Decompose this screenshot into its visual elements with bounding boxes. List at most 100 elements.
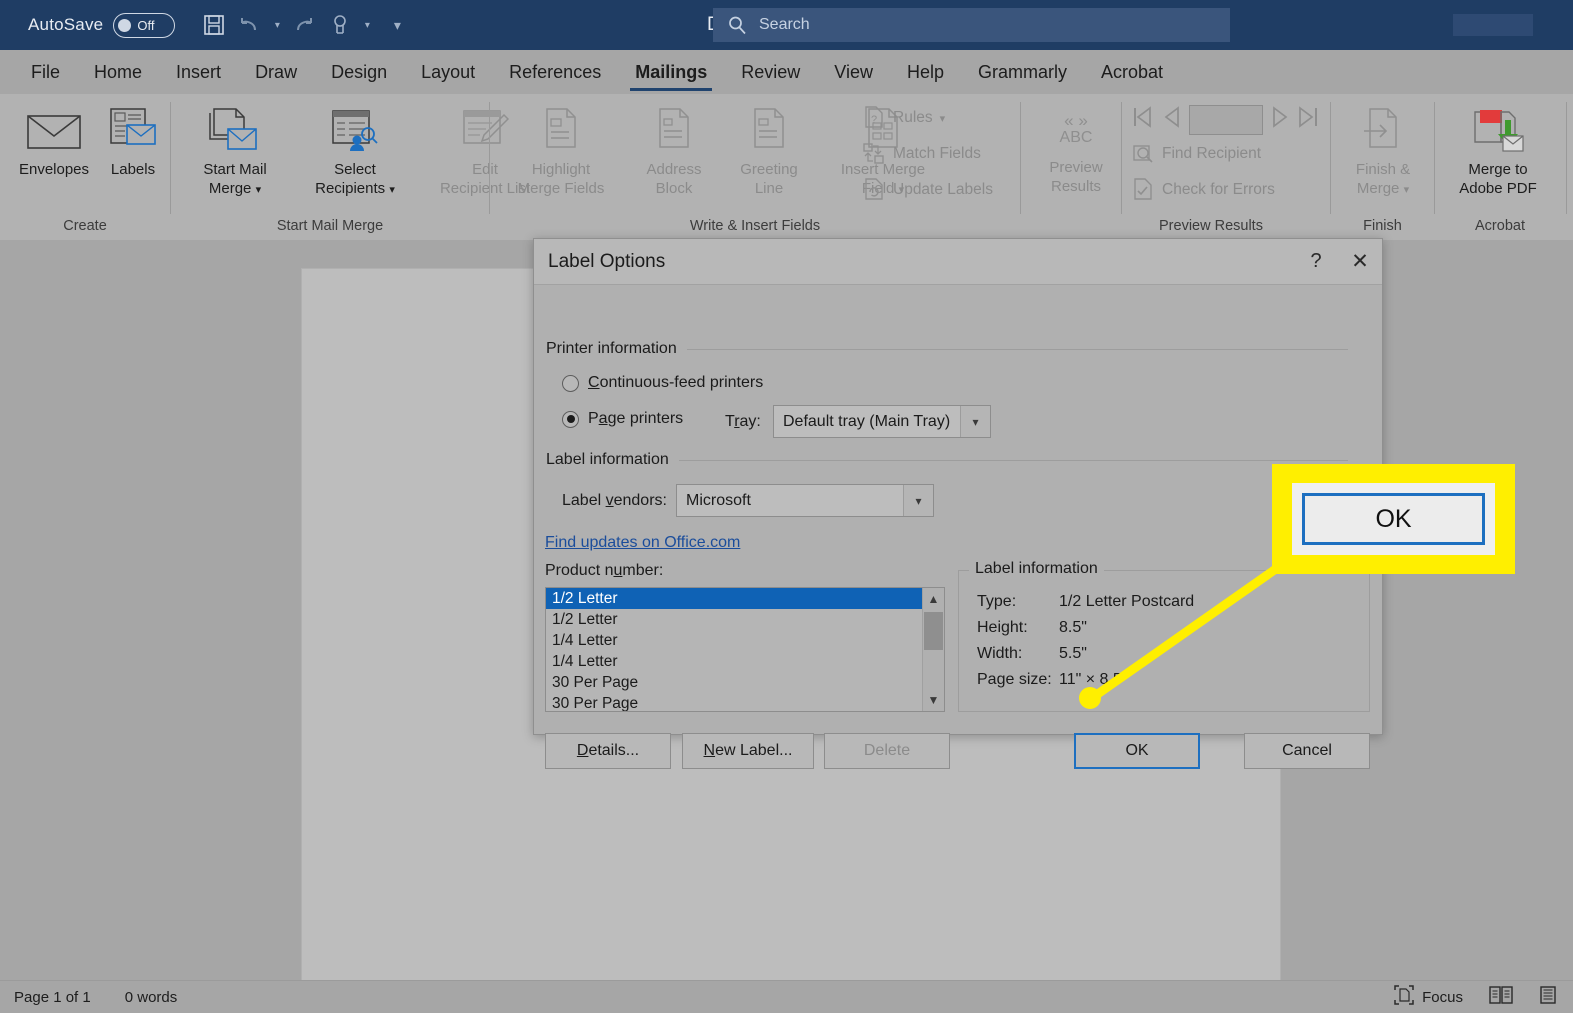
- tab-view[interactable]: View: [817, 50, 890, 94]
- list-item[interactable]: 30 Per Page: [546, 693, 922, 711]
- check-for-errors-button: Check for Errors: [1131, 178, 1275, 202]
- height-value: 8.5": [1059, 619, 1087, 636]
- highlight-merge-fields-icon: [498, 102, 624, 160]
- search-box[interactable]: Search: [713, 8, 1230, 42]
- focus-button[interactable]: Focus: [1394, 985, 1463, 1009]
- undo-dropdown-icon[interactable]: ▾: [269, 8, 285, 42]
- ribbon-group-acrobat: Merge to Adobe PDF Acrobat: [1435, 94, 1565, 240]
- window-controls-region: [1453, 14, 1533, 36]
- type-label: Type:: [977, 593, 1017, 610]
- list-item[interactable]: 1/4 Letter: [546, 630, 922, 651]
- find-recipient-icon: [1131, 142, 1155, 166]
- page-count[interactable]: Page 1 of 1: [14, 989, 91, 1006]
- radio-page-printers[interactable]: [562, 410, 579, 428]
- close-icon[interactable]: ✕: [1338, 239, 1382, 285]
- find-updates-link[interactable]: Find updates on Office.com: [545, 534, 740, 552]
- envelope-icon: [8, 102, 100, 160]
- merge-to-adobe-pdf-button[interactable]: Merge to Adobe PDF: [1439, 102, 1557, 198]
- labels-button[interactable]: Labels: [100, 102, 166, 179]
- finish-merge-label-2: Merge: [1356, 180, 1400, 197]
- printer-information-label: Printer information: [546, 340, 677, 357]
- autosave-control[interactable]: AutoSave Off: [28, 12, 176, 38]
- dialog-title: Label Options: [548, 250, 666, 272]
- callout-ok-button[interactable]: OK: [1302, 493, 1485, 545]
- select-recipients-button[interactable]: Select Recipients ▾: [293, 102, 417, 200]
- chevron-down-icon[interactable]: ▾: [960, 406, 990, 437]
- highlight-merge-fields-button: Highlight Merge Fields: [498, 102, 624, 198]
- touch-mode-dropdown-icon[interactable]: ▾: [359, 8, 375, 42]
- new-label-label: New Label...: [703, 742, 793, 759]
- scroll-down-icon[interactable]: ▼: [923, 689, 944, 711]
- scroll-up-icon[interactable]: ▲: [923, 588, 944, 610]
- merge-to-adobe-pdf-label-2: Adobe PDF: [1459, 180, 1537, 197]
- label-options-dialog[interactable]: Label Options ? ✕ Printer information Co…: [533, 238, 1383, 769]
- label-info-panel-caption: Label information: [969, 560, 1104, 578]
- ribbon-group-create: Envelopes Labels Create: [0, 94, 170, 240]
- width-value: 5.5": [1059, 645, 1087, 662]
- product-number-listbox[interactable]: 1/2 Letter 1/2 Letter 1/4 Letter 1/4 Let…: [545, 587, 945, 712]
- word-count[interactable]: 0 words: [125, 989, 178, 1006]
- customize-quick-access-icon[interactable]: ▾: [389, 8, 405, 42]
- list-item[interactable]: 1/2 Letter: [546, 588, 922, 609]
- ok-button[interactable]: OK: [1074, 733, 1200, 769]
- tab-mailings[interactable]: Mailings: [618, 50, 724, 94]
- tab-references[interactable]: References: [492, 50, 618, 94]
- svg-text:?: ?: [871, 114, 877, 126]
- tab-home[interactable]: Home: [77, 50, 159, 94]
- rules-label: Rules: [893, 109, 933, 126]
- tab-grammarly[interactable]: Grammarly: [961, 50, 1084, 94]
- preview-results-label-1: Preview: [1049, 159, 1103, 176]
- tab-insert[interactable]: Insert: [159, 50, 238, 94]
- undo-icon[interactable]: [233, 8, 267, 42]
- status-bar-right: Focus: [1394, 985, 1557, 1009]
- envelopes-button[interactable]: Envelopes: [8, 102, 100, 179]
- tab-acrobat[interactable]: Acrobat: [1084, 50, 1180, 94]
- start-mail-merge-dropdown-icon[interactable]: ▾: [256, 184, 262, 196]
- ribbon-group-start-mail-merge-label: Start Mail Merge: [276, 218, 384, 234]
- tab-help[interactable]: Help: [890, 50, 961, 94]
- help-icon[interactable]: ?: [1294, 239, 1338, 285]
- print-layout-button[interactable]: [1539, 985, 1557, 1009]
- continuous-feed-text: ontinuous-feed printers: [599, 374, 764, 391]
- new-label-button[interactable]: New Label...: [682, 733, 814, 769]
- cancel-button[interactable]: Cancel: [1244, 733, 1370, 769]
- find-recipient-button: Find Recipient: [1131, 142, 1261, 166]
- tab-review[interactable]: Review: [724, 50, 817, 94]
- autosave-toggle[interactable]: Off: [113, 12, 176, 38]
- read-mode-button[interactable]: [1489, 985, 1513, 1009]
- tab-file[interactable]: File: [14, 50, 77, 94]
- select-recipients-dropdown-icon[interactable]: ▾: [389, 184, 395, 196]
- list-item[interactable]: 30 Per Page: [546, 672, 922, 693]
- continuous-feed-printers-option[interactable]: Continuous-feed printers: [562, 374, 763, 392]
- save-icon[interactable]: [197, 8, 231, 42]
- print-layout-icon: [1539, 985, 1557, 1009]
- page-printers-option[interactable]: Page printers: [562, 410, 683, 428]
- page-size-value: 11" × 8.5": [1059, 671, 1128, 688]
- match-fields-button: Match Fields: [862, 142, 981, 166]
- tab-design[interactable]: Design: [314, 50, 404, 94]
- status-bar: Page 1 of 1 0 words Focus: [0, 980, 1573, 1013]
- rules-dropdown-icon: ▾: [939, 112, 946, 125]
- radio-continuous-feed[interactable]: [562, 374, 579, 392]
- tab-draw[interactable]: Draw: [238, 50, 314, 94]
- details-button[interactable]: Details...: [545, 733, 671, 769]
- redo-icon[interactable]: [287, 8, 321, 42]
- touch-mode-icon[interactable]: [323, 8, 357, 42]
- list-item[interactable]: 1/4 Letter: [546, 651, 922, 672]
- start-mail-merge-label-1: Start Mail: [203, 161, 267, 178]
- tray-dropdown[interactable]: Default tray (Main Tray) ▾: [773, 405, 991, 438]
- tray-value: Default tray (Main Tray): [783, 412, 951, 430]
- delete-label: Delete: [863, 742, 911, 759]
- listbox-scrollbar[interactable]: ▲ ▼: [922, 588, 944, 711]
- tab-layout[interactable]: Layout: [404, 50, 492, 94]
- chevron-down-icon-vendors[interactable]: ▾: [903, 485, 933, 516]
- preview-results-abc: ABC: [1059, 129, 1093, 146]
- focus-label: Focus: [1422, 988, 1463, 1006]
- list-item[interactable]: 1/2 Letter: [546, 609, 922, 630]
- start-mail-merge-button[interactable]: Start Mail Merge ▾: [181, 102, 289, 200]
- scrollbar-thumb[interactable]: [924, 612, 943, 650]
- merge-to-adobe-pdf-icon: [1439, 102, 1557, 160]
- label-vendors-dropdown[interactable]: Microsoft ▾: [676, 484, 934, 517]
- address-block-label-2: Block: [655, 180, 693, 197]
- ribbon: Envelopes Labels Create Start Mail Merge…: [0, 94, 1573, 240]
